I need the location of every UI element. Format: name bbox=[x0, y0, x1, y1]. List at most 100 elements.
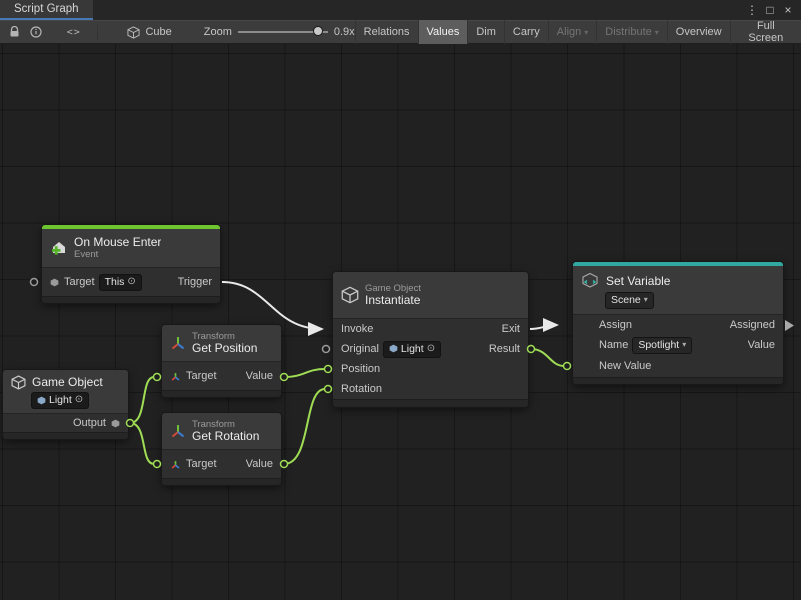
connection-position-value[interactable] bbox=[284, 369, 325, 377]
node-header: Game Object Instantiate bbox=[333, 272, 528, 318]
port-label-output: Output bbox=[73, 417, 106, 429]
port-setvariable-assigned-arrow[interactable] bbox=[785, 320, 794, 331]
chevron-down-icon: ▾ bbox=[584, 28, 588, 37]
connection-exit-to-assign[interactable] bbox=[530, 325, 557, 329]
fullscreen-button[interactable]: Full Screen bbox=[730, 20, 801, 44]
chip-value: Light bbox=[401, 343, 424, 355]
zoom-label: Zoom bbox=[204, 26, 232, 38]
node-game-object[interactable]: Game Object Light ⊙ Output bbox=[3, 370, 128, 439]
variable-name-dropdown[interactable]: Spotlight ▾ bbox=[633, 338, 691, 353]
graph-canvas[interactable]: On Mouse Enter Event Target This ⊙ Trigg… bbox=[0, 44, 801, 600]
game-object-type-icon bbox=[111, 419, 120, 428]
transform-icon bbox=[170, 335, 186, 351]
code-view-icon[interactable]: <> bbox=[63, 21, 85, 43]
port-instantiate-rotation[interactable] bbox=[325, 386, 332, 393]
node-footer bbox=[162, 478, 281, 485]
node-on-mouse-enter[interactable]: On Mouse Enter Event Target This ⊙ Trigg… bbox=[42, 225, 220, 303]
node-set-variable[interactable]: Set Variable Scene ▾ Assign Assigned Nam… bbox=[573, 262, 783, 384]
info-icon[interactable] bbox=[26, 21, 48, 43]
node-get-rotation[interactable]: Transform Get Rotation Target Value bbox=[162, 413, 281, 485]
graph-target-label: Cube bbox=[145, 26, 171, 38]
game-object-type-icon bbox=[50, 278, 59, 287]
node-footer bbox=[3, 432, 128, 439]
connection-output-to-getrotation-target[interactable] bbox=[130, 423, 154, 464]
lock-icon[interactable] bbox=[4, 21, 26, 43]
connection-output-to-getposition-target[interactable] bbox=[130, 377, 154, 423]
graph-target-selector[interactable]: Cube bbox=[127, 26, 171, 39]
tab-script-graph[interactable]: Script Graph bbox=[0, 0, 93, 20]
port-label-new-value: New Value bbox=[599, 360, 651, 372]
zoom-slider[interactable] bbox=[238, 22, 328, 42]
chip-value: Light bbox=[49, 394, 72, 406]
node-footer bbox=[573, 377, 783, 384]
object-picker-icon[interactable]: ⊙ bbox=[127, 277, 135, 287]
port-onmouseenter-target[interactable] bbox=[31, 279, 38, 286]
overview-button[interactable]: Overview bbox=[667, 20, 730, 44]
node-footer bbox=[333, 399, 528, 407]
node-header: Transform Get Rotation bbox=[162, 413, 281, 449]
original-object-chip[interactable]: Light ⊙ bbox=[384, 342, 440, 357]
connection-rotation-value[interactable] bbox=[284, 389, 325, 464]
node-header: Set Variable Scene ▾ bbox=[573, 266, 783, 314]
port-label-target: Target bbox=[186, 370, 217, 382]
port-getrotation-value[interactable] bbox=[281, 461, 288, 468]
chevron-down-icon: ▾ bbox=[655, 28, 659, 37]
port-label-assigned: Assigned bbox=[730, 319, 775, 331]
node-get-position[interactable]: Transform Get Position Target Value bbox=[162, 325, 281, 397]
game-object-icon bbox=[341, 286, 359, 304]
distribute-label: Distribute bbox=[605, 26, 651, 38]
window-buttons: ⋮ □ × bbox=[744, 0, 801, 20]
node-title: Game Object bbox=[32, 376, 103, 389]
object-value-chip[interactable]: Light ⊙ bbox=[32, 393, 88, 408]
port-label-invoke: Invoke bbox=[341, 323, 373, 335]
close-icon[interactable]: × bbox=[780, 1, 796, 19]
dim-button[interactable]: Dim bbox=[467, 20, 504, 44]
game-object-ref-icon bbox=[37, 396, 46, 405]
port-label-result: Result bbox=[489, 343, 520, 355]
align-label: Align bbox=[557, 26, 581, 38]
toolbar-separator bbox=[97, 25, 98, 40]
node-footer bbox=[162, 390, 281, 397]
port-label-rotation: Rotation bbox=[341, 383, 382, 395]
node-title: Get Rotation bbox=[192, 430, 259, 443]
align-dropdown[interactable]: Align ▾ bbox=[548, 20, 596, 44]
port-label-exit: Exit bbox=[502, 323, 520, 335]
port-instantiate-result[interactable] bbox=[528, 346, 535, 353]
scope-value: Scene bbox=[611, 294, 641, 306]
zoom-value: 0.9x bbox=[334, 26, 355, 38]
port-setvariable-new-value[interactable] bbox=[564, 363, 571, 370]
zoom-slider-handle[interactable] bbox=[313, 26, 323, 36]
node-instantiate[interactable]: Game Object Instantiate Invoke Exit Orig… bbox=[333, 272, 528, 407]
port-getposition-value[interactable] bbox=[281, 374, 288, 381]
game-object-ref-icon bbox=[389, 344, 398, 353]
node-header: On Mouse Enter Event bbox=[42, 229, 220, 267]
port-getrotation-target[interactable] bbox=[154, 461, 161, 468]
more-menu-icon[interactable]: ⋮ bbox=[744, 1, 760, 19]
object-picker-icon[interactable]: ⊙ bbox=[427, 344, 435, 354]
distribute-dropdown[interactable]: Distribute ▾ bbox=[596, 20, 666, 44]
values-button[interactable]: Values bbox=[418, 20, 468, 44]
port-label-original: Original bbox=[341, 343, 379, 355]
graph-toolbar: <> Cube Zoom 0.9x Relations Values Dim C… bbox=[0, 20, 801, 44]
port-getposition-target[interactable] bbox=[154, 374, 161, 381]
port-instantiate-position[interactable] bbox=[325, 366, 332, 373]
chip-value: This bbox=[105, 276, 125, 288]
transform-type-icon bbox=[170, 459, 181, 470]
object-picker-icon[interactable]: ⊙ bbox=[75, 395, 83, 405]
cube-icon bbox=[11, 375, 26, 390]
node-title: Get Position bbox=[192, 342, 257, 355]
node-title: Instantiate bbox=[365, 294, 421, 307]
carry-button[interactable]: Carry bbox=[504, 20, 548, 44]
chip-value: Spotlight bbox=[638, 339, 679, 351]
port-label-assign: Assign bbox=[599, 319, 632, 331]
connection-result-to-new-value[interactable] bbox=[531, 349, 564, 366]
relations-button[interactable]: Relations bbox=[355, 20, 418, 44]
maximize-icon[interactable]: □ bbox=[762, 1, 778, 19]
port-label-target: Target bbox=[186, 458, 217, 470]
node-category: Transform bbox=[192, 331, 257, 342]
port-instantiate-original[interactable] bbox=[323, 346, 330, 353]
variable-scope-dropdown[interactable]: Scene ▾ bbox=[606, 293, 653, 308]
set-variable-icon bbox=[581, 272, 599, 290]
target-object-chip[interactable]: This ⊙ bbox=[100, 275, 141, 290]
connection-trigger-to-invoke[interactable] bbox=[222, 282, 322, 329]
